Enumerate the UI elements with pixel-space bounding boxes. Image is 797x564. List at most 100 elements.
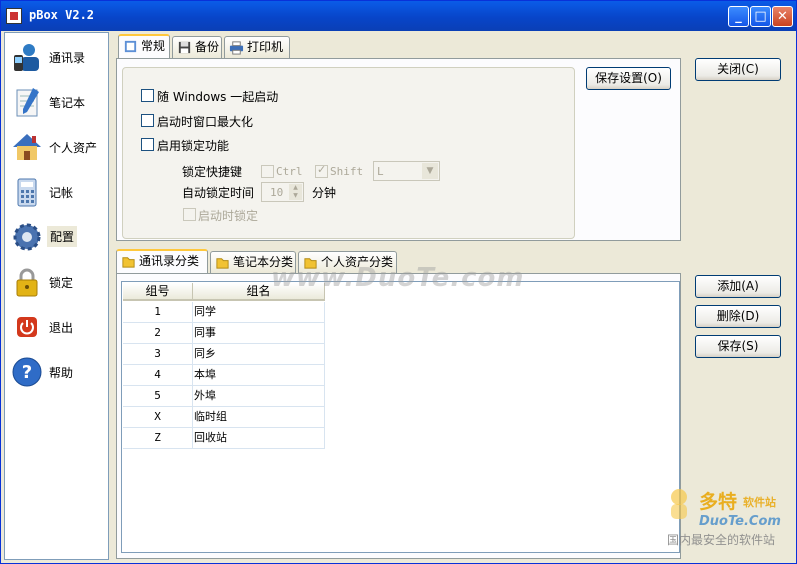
tab-label: 备份 xyxy=(195,40,220,54)
enable-lock-checkbox[interactable] xyxy=(141,138,154,151)
chevron-down-icon[interactable]: ▼ xyxy=(422,163,438,179)
address-book-icon xyxy=(14,44,39,71)
table-row[interactable]: 3 同乡 xyxy=(123,344,325,365)
sidebar-item-lock[interactable]: 锁定 xyxy=(9,262,107,302)
sidebar: 通讯录 笔记本 个人资产 记帐 配置 锁定 退出 ? 帮助 xyxy=(4,32,109,560)
startup-with-windows-checkbox[interactable] xyxy=(141,89,154,102)
exit-icon xyxy=(17,317,37,337)
app-icon[interactable] xyxy=(6,8,22,24)
calculator-icon xyxy=(17,178,37,207)
startup-with-windows-label: 随 Windows 一起启动 xyxy=(157,90,279,104)
sidebar-item-exit[interactable]: 退出 xyxy=(9,307,107,347)
brand-slogan: 国内最安全的软件站 xyxy=(667,533,776,547)
close-window-button[interactable]: ✕ xyxy=(772,6,793,27)
column-header-id[interactable]: 组号 xyxy=(123,283,193,301)
auto-lock-spinner[interactable]: 10 ▲ ▼ xyxy=(261,182,304,202)
minimize-button[interactable]: _ xyxy=(728,6,749,27)
cell-group-id: 3 xyxy=(123,344,193,365)
cell-group-name: 同学 xyxy=(193,302,325,323)
enable-lock-label: 启用锁定功能 xyxy=(157,139,230,153)
sidebar-item-help[interactable]: ? 帮助 xyxy=(9,352,107,392)
cell-group-id: 2 xyxy=(123,323,193,344)
main-window: pBox V2.2 _ □ ✕ 通讯录 笔记本 个人资产 记帐 配置 锁定 退出… xyxy=(0,0,797,564)
window-title: pBox V2.2 xyxy=(29,8,95,22)
settings-icon xyxy=(124,40,137,53)
delete-button[interactable]: 删除(D) xyxy=(695,305,781,328)
sidebar-item-label: 锁定 xyxy=(49,276,74,290)
cell-group-name: 本埠 xyxy=(193,365,325,386)
auto-lock-value: 10 xyxy=(270,186,284,199)
maximize-on-start-label: 启动时窗口最大化 xyxy=(157,115,254,129)
sidebar-item-settings[interactable]: 配置 xyxy=(9,217,107,257)
close-button[interactable]: 关闭(C) xyxy=(695,58,781,81)
house-icon xyxy=(13,134,41,160)
table-row[interactable]: X 临时组 xyxy=(123,407,325,428)
printer-icon xyxy=(229,41,244,55)
auto-lock-unit: 分钟 xyxy=(312,186,337,200)
lock-icon xyxy=(16,268,38,297)
tab-backup[interactable]: 备份 xyxy=(172,36,222,58)
sidebar-item-assets[interactable]: 个人资产 xyxy=(9,127,107,167)
lock-on-start-checkbox[interactable] xyxy=(183,208,196,221)
save-settings-button[interactable]: 保存设置(O) xyxy=(586,67,671,90)
mascot-icon xyxy=(671,489,687,519)
shift-checkbox[interactable]: ✓ xyxy=(315,163,328,178)
title-bar[interactable]: pBox V2.2 _ □ ✕ xyxy=(1,1,796,31)
notebook-icon xyxy=(16,88,39,117)
sidebar-item-label: 个人资产 xyxy=(49,141,98,155)
cell-group-id: 5 xyxy=(123,386,193,407)
ctrl-checkbox[interactable] xyxy=(261,165,274,178)
maximize-on-start-checkbox[interactable] xyxy=(141,114,154,127)
table-row[interactable]: Z 回收站 xyxy=(123,428,325,449)
floppy-icon xyxy=(178,41,191,54)
lock-on-start-label: 启动时锁定 xyxy=(198,209,259,223)
spin-arrows-icon[interactable]: ▲ ▼ xyxy=(289,184,302,200)
sidebar-item-notebook[interactable]: 笔记本 xyxy=(9,82,107,122)
table-row[interactable]: 4 本埠 xyxy=(123,365,325,386)
folder-icon xyxy=(122,257,135,268)
svg-text:?: ? xyxy=(22,362,32,383)
add-button[interactable]: 添加(A) xyxy=(695,275,781,298)
brand-url: DuoTe.Com xyxy=(699,514,781,529)
sidebar-item-label: 通讯录 xyxy=(49,51,86,65)
gear-icon xyxy=(13,223,41,251)
help-icon: ? xyxy=(12,357,42,387)
cell-group-name: 外埠 xyxy=(193,386,325,407)
table-row[interactable]: 1 同学 xyxy=(123,302,325,323)
tab-label: 通讯录分类 xyxy=(139,254,200,268)
tab-label: 打印机 xyxy=(247,40,284,54)
hotkey-select[interactable]: L ▼ xyxy=(373,161,440,181)
tab-label: 常规 xyxy=(141,39,166,53)
maximize-button[interactable]: □ xyxy=(750,6,771,27)
cell-group-id: 1 xyxy=(123,302,193,323)
watermark-text: www.DuoTe.com xyxy=(271,263,525,293)
cell-group-id: 4 xyxy=(123,365,193,386)
cell-group-id: X xyxy=(123,407,193,428)
ctrl-label: Ctrl xyxy=(276,165,303,178)
sidebar-item-label: 帮助 xyxy=(49,366,74,380)
shift-label: Shift xyxy=(330,165,364,178)
table-row[interactable]: 5 外埠 xyxy=(123,386,325,407)
tab-general[interactable]: 常规 xyxy=(118,34,170,59)
sidebar-item-label: 退出 xyxy=(49,321,74,335)
sidebar-item-label: 配置 xyxy=(47,226,78,247)
tab-printer[interactable]: 打印机 xyxy=(224,36,290,58)
brand-logo: 多特 软件站 DuoTe.Com 国内最安全的软件站 xyxy=(665,487,795,559)
cell-group-name: 回收站 xyxy=(193,428,325,449)
cell-group-name: 同事 xyxy=(193,323,325,344)
save-button[interactable]: 保存(S) xyxy=(695,335,781,358)
brand-sub: 软件站 xyxy=(743,496,776,509)
table-row[interactable]: 2 同事 xyxy=(123,323,325,344)
folder-icon xyxy=(216,258,229,269)
sidebar-item-accounting[interactable]: 记帐 xyxy=(9,172,107,212)
tab-contact-categories[interactable]: 通讯录分类 xyxy=(116,249,208,274)
cell-group-name: 同乡 xyxy=(193,344,325,365)
brand-name: 多特 xyxy=(699,491,738,513)
hotkey-value: L xyxy=(377,165,384,178)
cell-group-id: Z xyxy=(123,428,193,449)
sidebar-item-label: 记帐 xyxy=(49,186,74,200)
category-table: 组号 组名 1 同学 2 同事 3 同乡 4 本埠 5 外埠 X 临时组 Z 回收站 xyxy=(121,281,680,553)
sidebar-item-contacts[interactable]: 通讯录 xyxy=(9,37,107,77)
cell-group-name: 临时组 xyxy=(193,407,325,428)
auto-lock-label: 自动锁定时间 xyxy=(182,186,255,200)
